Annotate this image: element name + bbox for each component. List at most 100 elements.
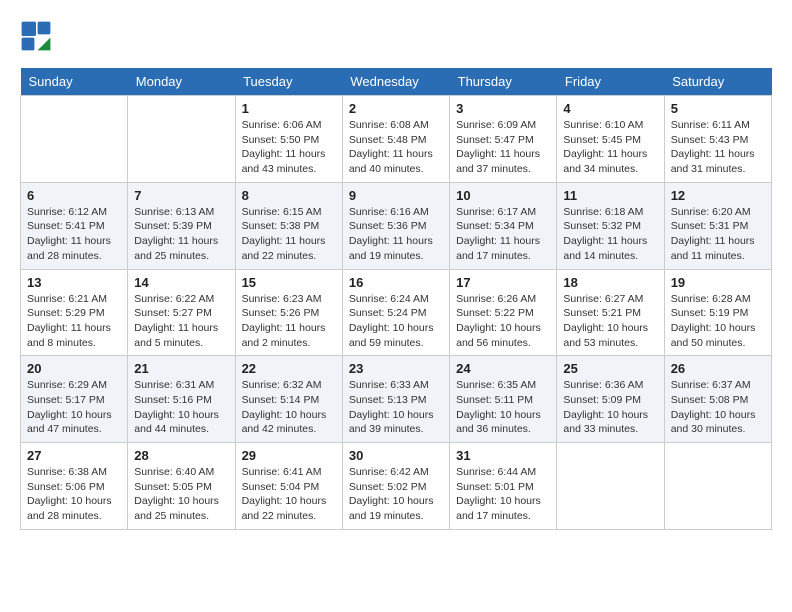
day-number: 15: [242, 275, 336, 290]
day-info: Sunrise: 6:09 AM Sunset: 5:47 PM Dayligh…: [456, 118, 550, 177]
week-row-3: 13 Sunrise: 6:21 AM Sunset: 5:29 PM Dayli…: [21, 269, 772, 356]
calendar-cell: 27Sunrise: 6:38 AM Sunset: 5:06 PM Dayli…: [21, 443, 128, 530]
calendar-cell: 29 Sunrise: 6:41 AM Sunset: 5:04 PM Dayli…: [235, 443, 342, 530]
day-info: Sunrise: 6:40 AM Sunset: 5:05 PM Dayligh…: [134, 465, 228, 524]
day-info: Sunrise: 6:20 AM Sunset: 5:31 PM Dayligh…: [671, 205, 765, 264]
calendar-cell: 2 Sunrise: 6:08 AM Sunset: 5:48 PM Daylig…: [342, 96, 449, 183]
day-info: Sunrise: 6:27 AM Sunset: 5:21 PM Dayligh…: [563, 292, 657, 351]
day-info: Sunrise: 6:44 AM Sunset: 5:01 PM Dayligh…: [456, 465, 550, 524]
day-number: 25: [563, 361, 657, 376]
day-number: 18: [563, 275, 657, 290]
calendar-cell: 3 Sunrise: 6:09 AM Sunset: 5:47 PM Daylig…: [450, 96, 557, 183]
calendar-cell: 16 Sunrise: 6:24 AM Sunset: 5:24 PM Dayli…: [342, 269, 449, 356]
calendar-cell: 24 Sunrise: 6:35 AM Sunset: 5:11 PM Dayli…: [450, 356, 557, 443]
calendar-cell: 5 Sunrise: 6:11 AM Sunset: 5:43 PM Daylig…: [664, 96, 771, 183]
calendar-cell: 4 Sunrise: 6:10 AM Sunset: 5:45 PM Daylig…: [557, 96, 664, 183]
calendar-cell: 13 Sunrise: 6:21 AM Sunset: 5:29 PM Dayli…: [21, 269, 128, 356]
calendar-cell: 31 Sunrise: 6:44 AM Sunset: 5:01 PM Dayli…: [450, 443, 557, 530]
day-info: Sunrise: 6:24 AM Sunset: 5:24 PM Dayligh…: [349, 292, 443, 351]
weekday-header-friday: Friday: [557, 68, 664, 96]
day-number: 14: [134, 275, 228, 290]
day-info: Sunrise: 6:08 AM Sunset: 5:48 PM Dayligh…: [349, 118, 443, 177]
day-number: 2: [349, 101, 443, 116]
day-number: 30: [349, 448, 443, 463]
day-info: Sunrise: 6:33 AM Sunset: 5:13 PM Dayligh…: [349, 378, 443, 437]
day-number: 31: [456, 448, 550, 463]
calendar-cell: 18 Sunrise: 6:27 AM Sunset: 5:21 PM Dayli…: [557, 269, 664, 356]
calendar-cell: 17 Sunrise: 6:26 AM Sunset: 5:22 PM Dayli…: [450, 269, 557, 356]
calendar-cell: 14 Sunrise: 6:22 AM Sunset: 5:27 PM Dayli…: [128, 269, 235, 356]
day-number: 29: [242, 448, 336, 463]
day-number: 4: [563, 101, 657, 116]
calendar-cell: 22 Sunrise: 6:32 AM Sunset: 5:14 PM Dayli…: [235, 356, 342, 443]
weekday-header-monday: Monday: [128, 68, 235, 96]
day-info: Sunrise: 6:11 AM Sunset: 5:43 PM Dayligh…: [671, 118, 765, 177]
weekday-header-saturday: Saturday: [664, 68, 771, 96]
day-info: Sunrise: 6:42 AM Sunset: 5:02 PM Dayligh…: [349, 465, 443, 524]
weekday-header-sunday: Sunday: [21, 68, 128, 96]
day-info: Sunrise: 6:21 AM Sunset: 5:29 PM Dayligh…: [27, 292, 121, 351]
day-number: 16: [349, 275, 443, 290]
day-info: Sunrise: 6:26 AM Sunset: 5:22 PM Dayligh…: [456, 292, 550, 351]
day-number: 24: [456, 361, 550, 376]
day-number: 28: [134, 448, 228, 463]
page-header: [20, 20, 772, 52]
weekday-header-row: SundayMondayTuesdayWednesdayThursdayFrid…: [21, 68, 772, 96]
day-number: 17: [456, 275, 550, 290]
weekday-header-tuesday: Tuesday: [235, 68, 342, 96]
calendar-cell: 21Sunrise: 6:31 AM Sunset: 5:16 PM Dayli…: [128, 356, 235, 443]
day-number: 1: [242, 101, 336, 116]
day-number: 7: [134, 188, 228, 203]
week-row-4: 20Sunrise: 6:29 AM Sunset: 5:17 PM Dayli…: [21, 356, 772, 443]
day-number: 13: [27, 275, 121, 290]
day-number: 10: [456, 188, 550, 203]
day-number: 26: [671, 361, 765, 376]
day-info: Sunrise: 6:35 AM Sunset: 5:11 PM Dayligh…: [456, 378, 550, 437]
calendar-cell: [128, 96, 235, 183]
calendar-cell: 1 Sunrise: 6:06 AM Sunset: 5:50 PM Daylig…: [235, 96, 342, 183]
day-info: Sunrise: 6:22 AM Sunset: 5:27 PM Dayligh…: [134, 292, 228, 351]
calendar-cell: 26 Sunrise: 6:37 AM Sunset: 5:08 PM Dayli…: [664, 356, 771, 443]
day-info: Sunrise: 6:32 AM Sunset: 5:14 PM Dayligh…: [242, 378, 336, 437]
day-info: Sunrise: 6:12 AM Sunset: 5:41 PM Dayligh…: [27, 205, 121, 264]
calendar-table: SundayMondayTuesdayWednesdayThursdayFrid…: [20, 68, 772, 530]
logo: [20, 20, 58, 52]
calendar-cell: 20Sunrise: 6:29 AM Sunset: 5:17 PM Dayli…: [21, 356, 128, 443]
day-info: Sunrise: 6:23 AM Sunset: 5:26 PM Dayligh…: [242, 292, 336, 351]
calendar-cell: 15 Sunrise: 6:23 AM Sunset: 5:26 PM Dayli…: [235, 269, 342, 356]
day-number: 5: [671, 101, 765, 116]
calendar-cell: 7 Sunrise: 6:13 AM Sunset: 5:39 PM Daylig…: [128, 182, 235, 269]
calendar-cell: 12 Sunrise: 6:20 AM Sunset: 5:31 PM Dayli…: [664, 182, 771, 269]
day-info: Sunrise: 6:18 AM Sunset: 5:32 PM Dayligh…: [563, 205, 657, 264]
day-number: 11: [563, 188, 657, 203]
day-number: 12: [671, 188, 765, 203]
week-row-5: 27Sunrise: 6:38 AM Sunset: 5:06 PM Dayli…: [21, 443, 772, 530]
day-info: Sunrise: 6:06 AM Sunset: 5:50 PM Dayligh…: [242, 118, 336, 177]
calendar-cell: [664, 443, 771, 530]
day-info: Sunrise: 6:17 AM Sunset: 5:34 PM Dayligh…: [456, 205, 550, 264]
day-info: Sunrise: 6:10 AM Sunset: 5:45 PM Dayligh…: [563, 118, 657, 177]
day-number: 6: [27, 188, 121, 203]
week-row-2: 6 Sunrise: 6:12 AM Sunset: 5:41 PM Daylig…: [21, 182, 772, 269]
day-info: Sunrise: 6:41 AM Sunset: 5:04 PM Dayligh…: [242, 465, 336, 524]
logo-icon: [20, 20, 52, 52]
day-info: Sunrise: 6:29 AM Sunset: 5:17 PM Dayligh…: [27, 378, 121, 437]
day-info: Sunrise: 6:13 AM Sunset: 5:39 PM Dayligh…: [134, 205, 228, 264]
day-info: Sunrise: 6:31 AM Sunset: 5:16 PM Dayligh…: [134, 378, 228, 437]
day-info: Sunrise: 6:37 AM Sunset: 5:08 PM Dayligh…: [671, 378, 765, 437]
day-number: 9: [349, 188, 443, 203]
weekday-header-wednesday: Wednesday: [342, 68, 449, 96]
calendar-cell: [557, 443, 664, 530]
day-number: 19: [671, 275, 765, 290]
calendar-cell: 25Sunrise: 6:36 AM Sunset: 5:09 PM Dayli…: [557, 356, 664, 443]
calendar-cell: [21, 96, 128, 183]
day-number: 23: [349, 361, 443, 376]
day-number: 3: [456, 101, 550, 116]
day-info: Sunrise: 6:38 AM Sunset: 5:06 PM Dayligh…: [27, 465, 121, 524]
day-info: Sunrise: 6:16 AM Sunset: 5:36 PM Dayligh…: [349, 205, 443, 264]
day-number: 8: [242, 188, 336, 203]
calendar-cell: 9 Sunrise: 6:16 AM Sunset: 5:36 PM Daylig…: [342, 182, 449, 269]
day-number: 22: [242, 361, 336, 376]
calendar-cell: 11 Sunrise: 6:18 AM Sunset: 5:32 PM Dayli…: [557, 182, 664, 269]
calendar-cell: 8Sunrise: 6:15 AM Sunset: 5:38 PM Daylig…: [235, 182, 342, 269]
